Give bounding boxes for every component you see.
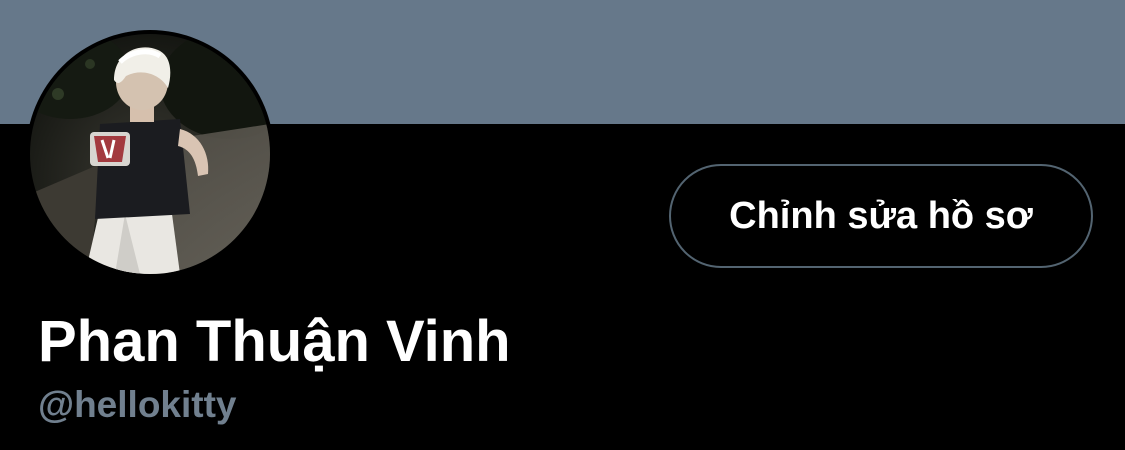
avatar-photo	[30, 34, 270, 274]
avatar[interactable]	[26, 30, 274, 278]
display-name: Phan Thuận Vinh	[38, 309, 511, 374]
username: @hellokitty	[38, 384, 237, 425]
edit-profile-button[interactable]: Chỉnh sửa hồ sơ	[669, 164, 1093, 268]
profile-header: Chỉnh sửa hồ sơ Phan Thuận Vinh @helloki…	[0, 0, 1125, 450]
